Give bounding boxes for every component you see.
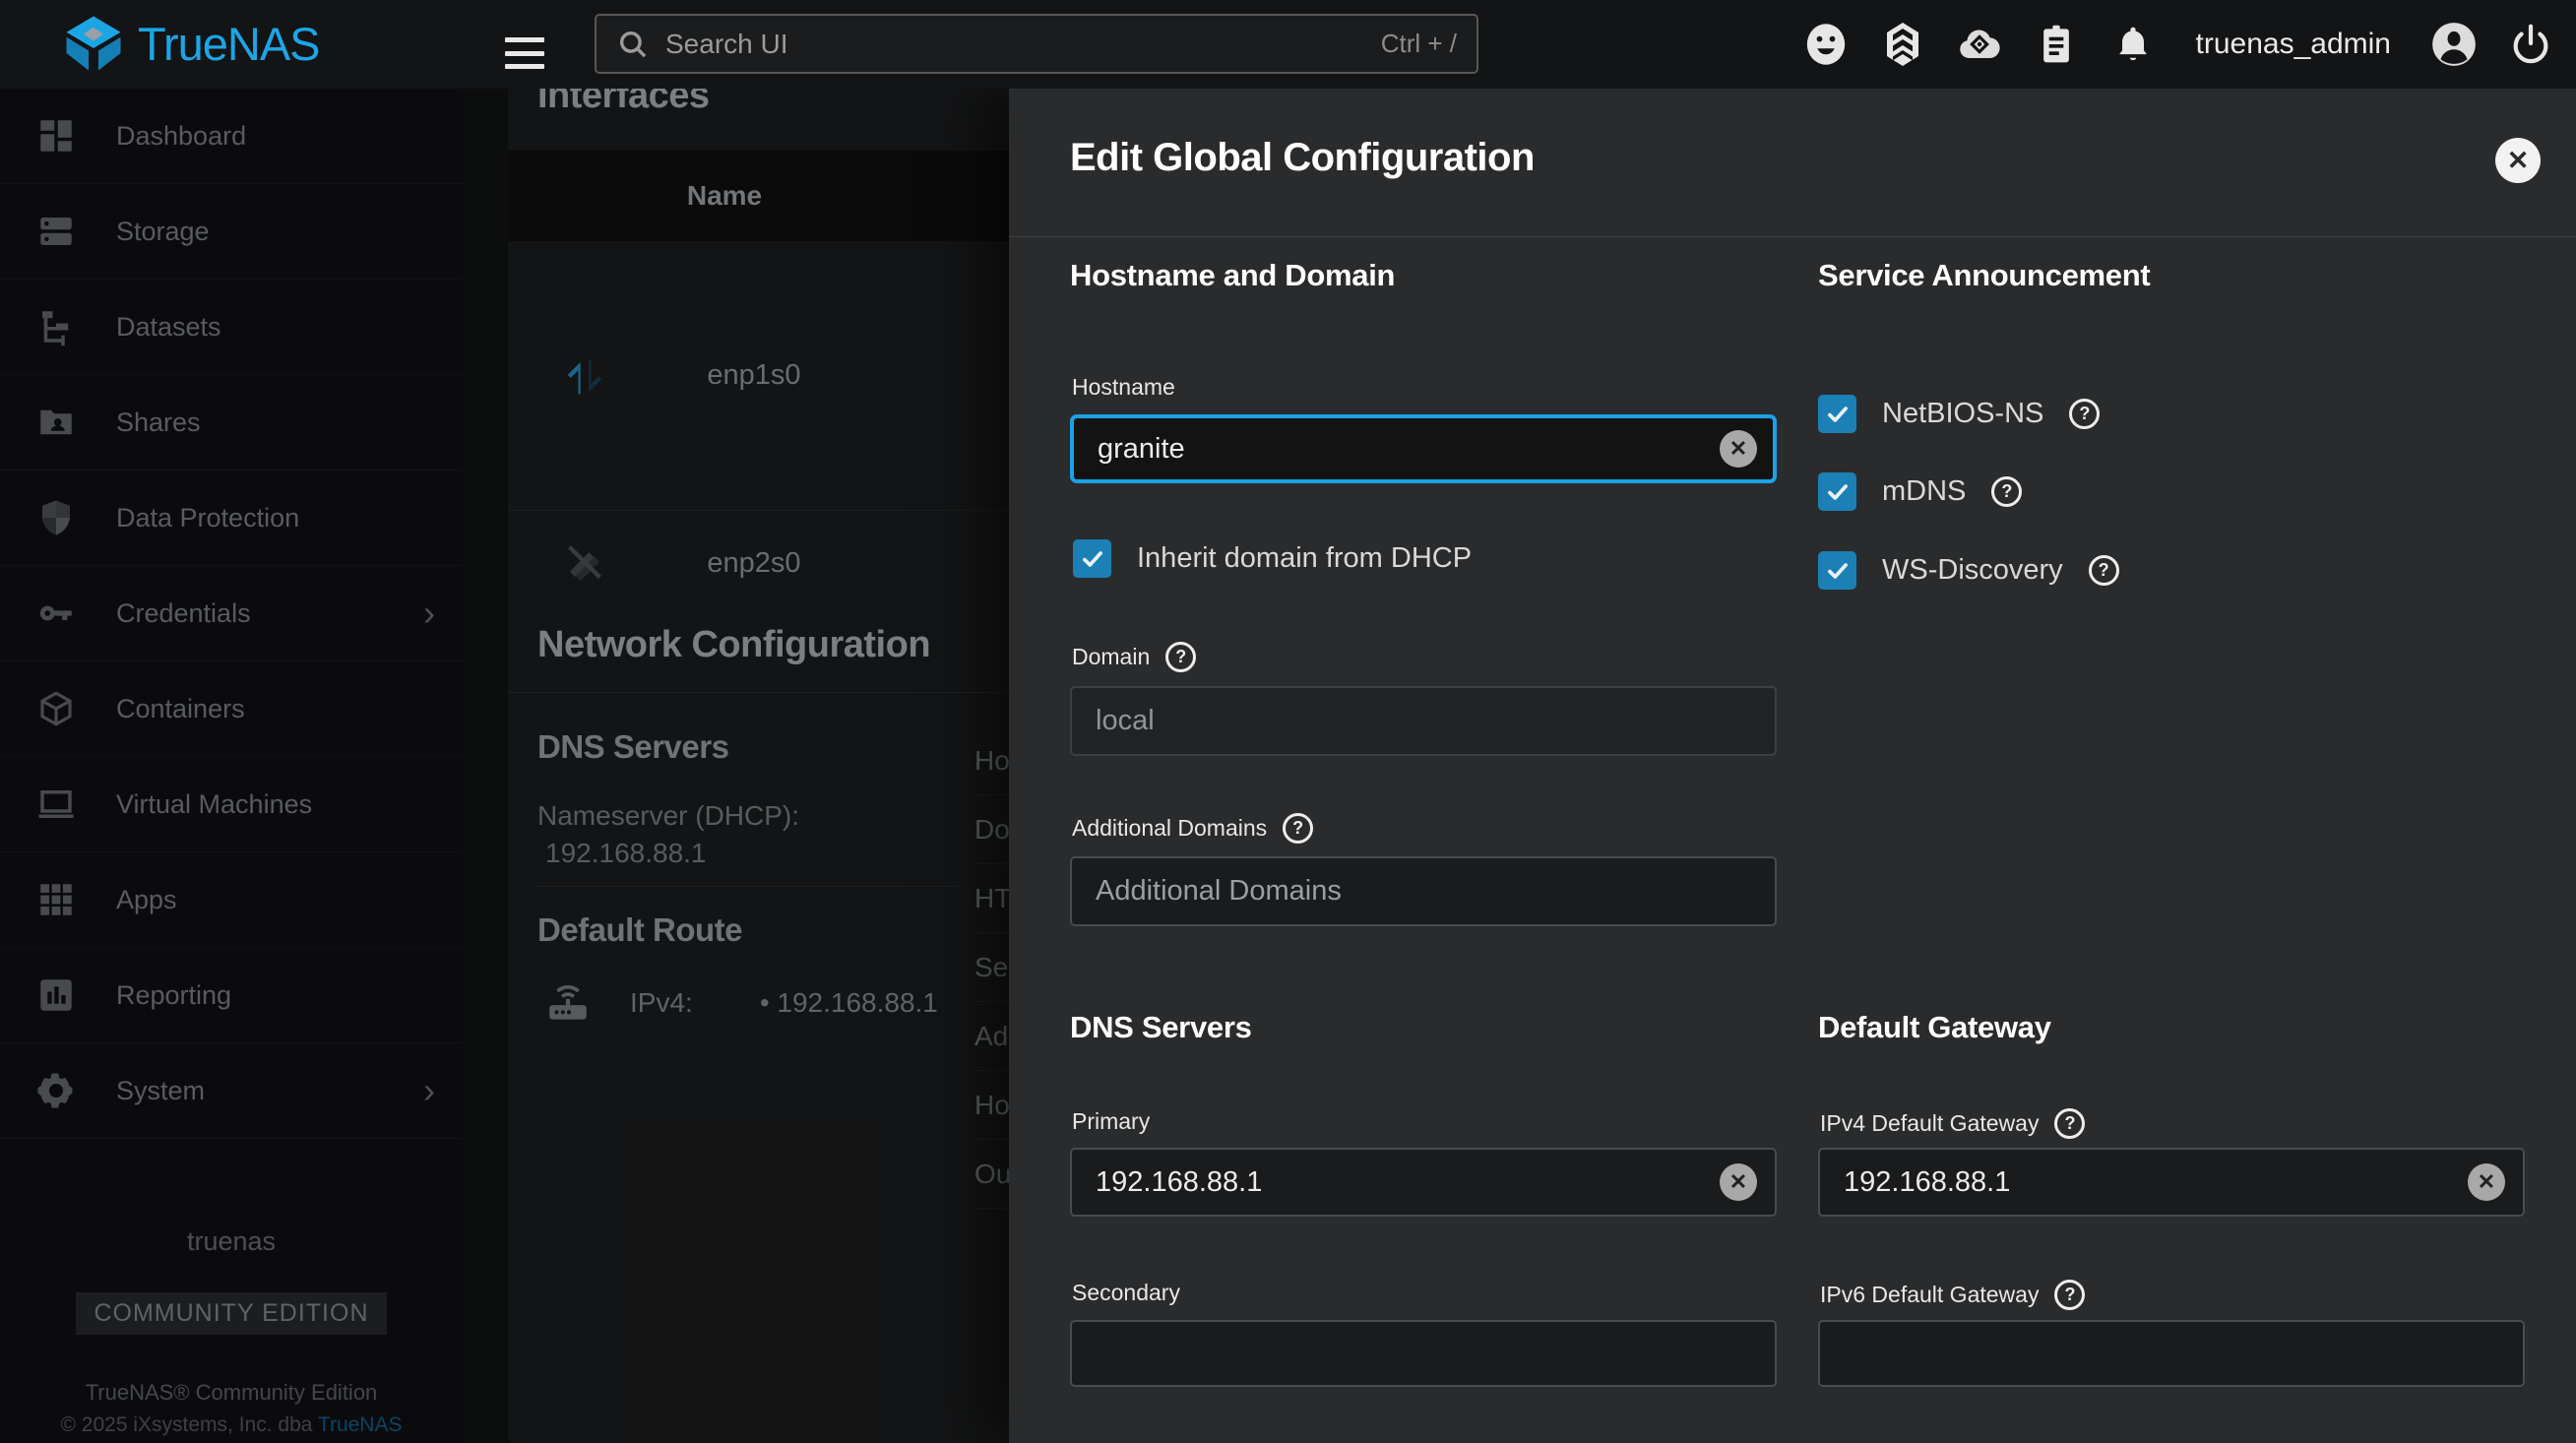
smiley-icon bbox=[1803, 21, 1849, 68]
divider bbox=[1009, 236, 2576, 237]
inherit-domain-label: Inherit domain from DHCP bbox=[1137, 542, 1472, 575]
hostname-domain-section-title: Hostname and Domain bbox=[1070, 258, 1395, 293]
ws-discovery-help-icon[interactable]: ? bbox=[2089, 555, 2119, 586]
checkbox-checked-icon[interactable] bbox=[1818, 551, 1856, 590]
cloud-sync-icon bbox=[1955, 21, 2004, 68]
secondary-dns-input-wrap bbox=[1070, 1320, 1777, 1387]
search-icon bbox=[616, 28, 650, 61]
netbios-checkbox-row[interactable]: NetBIOS-NS ? bbox=[1818, 395, 2100, 433]
truenas-logo-icon bbox=[63, 14, 124, 73]
global-search[interactable]: Ctrl + / bbox=[595, 14, 1478, 74]
avatar-icon bbox=[2429, 20, 2479, 69]
ipv4-gateway-input-wrap: ✕ bbox=[1818, 1148, 2525, 1217]
domain-input[interactable] bbox=[1070, 686, 1777, 756]
domain-help-icon[interactable]: ? bbox=[1165, 642, 1196, 672]
checkbox-checked-icon[interactable] bbox=[1073, 539, 1111, 578]
checkbox-checked-icon[interactable] bbox=[1818, 472, 1856, 511]
field-label-text: IPv6 Default Gateway bbox=[1820, 1282, 2039, 1308]
checkbox-checked-icon[interactable] bbox=[1818, 395, 1856, 433]
domain-input-wrap bbox=[1070, 686, 1777, 756]
ipv6-gateway-help-icon[interactable]: ? bbox=[2054, 1280, 2085, 1310]
search-input[interactable] bbox=[663, 28, 1381, 61]
secondary-dns-input[interactable] bbox=[1070, 1320, 1777, 1387]
secondary-dns-field-label: Secondary bbox=[1072, 1280, 1180, 1306]
hostname-field-label: Hostname bbox=[1072, 374, 1175, 401]
additional-domains-input[interactable] bbox=[1070, 856, 1777, 926]
bell-icon bbox=[2111, 21, 2155, 68]
primary-dns-field-label: Primary bbox=[1072, 1108, 1150, 1135]
ipv6-gateway-field-label: IPv6 Default Gateway ? bbox=[1820, 1280, 2085, 1310]
topbar-actions: truenas_admin bbox=[1802, 0, 2554, 89]
primary-dns-input-wrap: ✕ bbox=[1070, 1148, 1777, 1217]
edit-global-configuration-modal: Edit Global Configuration ✕ Hostname and… bbox=[1009, 89, 2576, 1443]
truenas-screen: Interfaces Name IP A enp1s0 • 19 /2 • fe… bbox=[0, 0, 2576, 1443]
dns-servers-section-title: DNS Servers bbox=[1070, 1010, 1252, 1045]
username-label[interactable]: truenas_admin bbox=[2190, 27, 2397, 62]
field-label-text: Secondary bbox=[1072, 1280, 1180, 1306]
clipboard-icon bbox=[2035, 20, 2078, 69]
ipv6-gateway-input[interactable] bbox=[1818, 1320, 2525, 1387]
additional-domains-help-icon[interactable]: ? bbox=[1283, 813, 1313, 844]
ipv6-gateway-input-wrap bbox=[1818, 1320, 2525, 1387]
additional-domains-field-label: Additional Domains ? bbox=[1072, 813, 1313, 844]
primary-dns-input[interactable] bbox=[1070, 1148, 1777, 1217]
modal-title: Edit Global Configuration bbox=[1070, 136, 1535, 180]
ipv4-gateway-field-label: IPv4 Default Gateway ? bbox=[1820, 1108, 2085, 1139]
domain-field-label: Domain ? bbox=[1072, 642, 1196, 672]
mdns-checkbox-row[interactable]: mDNS ? bbox=[1818, 472, 2022, 511]
ix-cloud-button[interactable] bbox=[1956, 21, 2003, 68]
truecommand-button[interactable] bbox=[1879, 21, 1926, 68]
truenas-logo-text: TrueNAS bbox=[138, 17, 320, 71]
menu-toggle-button[interactable] bbox=[505, 37, 544, 69]
jobs-button[interactable] bbox=[2033, 21, 2080, 68]
field-label-text: IPv4 Default Gateway bbox=[1820, 1110, 2039, 1137]
close-icon[interactable]: ✕ bbox=[2495, 138, 2541, 183]
ws-discovery-checkbox-row[interactable]: WS-Discovery ? bbox=[1818, 551, 2119, 590]
clear-primary-dns-icon[interactable]: ✕ bbox=[1720, 1163, 1757, 1201]
field-label-text: Additional Domains bbox=[1072, 815, 1267, 842]
netbios-label: NetBIOS-NS bbox=[1882, 398, 2043, 430]
ipv4-gateway-input[interactable] bbox=[1818, 1148, 2525, 1217]
field-label-text: Domain bbox=[1072, 644, 1150, 670]
default-gateway-section-title: Default Gateway bbox=[1818, 1010, 2051, 1045]
netbios-help-icon[interactable]: ? bbox=[2069, 399, 2100, 429]
hostname-input-wrap: ✕ bbox=[1070, 414, 1777, 483]
notifications-button[interactable] bbox=[2109, 21, 2157, 68]
field-label-text: Hostname bbox=[1072, 374, 1175, 401]
mdns-help-icon[interactable]: ? bbox=[1991, 476, 2022, 507]
user-menu-button[interactable] bbox=[2430, 21, 2478, 68]
additional-domains-input-wrap bbox=[1070, 856, 1777, 926]
service-announcement-section-title: Service Announcement bbox=[1818, 258, 2150, 293]
clear-ipv4-gateway-icon[interactable]: ✕ bbox=[2468, 1163, 2505, 1201]
search-shortcut-hint: Ctrl + / bbox=[1381, 29, 1457, 59]
mdns-label: mDNS bbox=[1882, 475, 1966, 508]
feedback-button[interactable] bbox=[1802, 21, 1850, 68]
ws-discovery-label: WS-Discovery bbox=[1882, 554, 2063, 587]
clear-hostname-icon[interactable]: ✕ bbox=[1720, 430, 1757, 468]
hostname-input[interactable] bbox=[1070, 414, 1777, 483]
ipv4-gateway-help-icon[interactable]: ? bbox=[2054, 1108, 2085, 1139]
topbar: TrueNAS Ctrl + / bbox=[0, 0, 2576, 89]
stack-layers-icon bbox=[1879, 20, 1926, 69]
inherit-domain-checkbox-row[interactable]: Inherit domain from DHCP bbox=[1073, 539, 1472, 578]
field-label-text: Primary bbox=[1072, 1108, 1150, 1135]
power-button[interactable] bbox=[2507, 21, 2554, 68]
power-icon bbox=[2508, 22, 2553, 67]
truenas-logo[interactable]: TrueNAS bbox=[63, 14, 320, 73]
